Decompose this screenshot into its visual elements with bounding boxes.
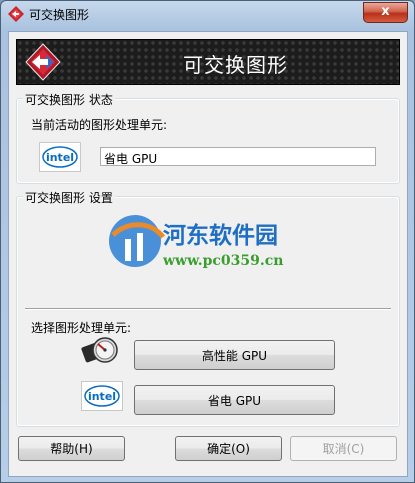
switchable-graphics-logo — [25, 43, 61, 81]
high-performance-gpu-icon — [81, 337, 118, 363]
settings-group: 可交换图形 设置 河东软件园 www.pc0359.cn 选择图形处理单元: 高… — [16, 189, 400, 427]
close-icon: x — [381, 4, 390, 19]
switchable-graphics-app-icon — [8, 6, 24, 22]
header-banner: 可交换图形 — [16, 39, 400, 85]
settings-separator — [25, 308, 391, 310]
watermark-name: 河东软件园 — [163, 222, 278, 249]
watermark: 河东软件园 www.pc0359.cn — [105, 211, 305, 291]
status-group-legend: 可交换图形 状态 — [23, 91, 115, 108]
watermark-logo-icon — [109, 215, 165, 267]
close-button[interactable]: x — [363, 2, 408, 23]
current-gpu-field[interactable]: 省电 GPU — [100, 147, 376, 166]
power-saving-gpu-button[interactable]: 省电 GPU — [134, 385, 335, 415]
svg-text:intel: intel — [88, 390, 116, 403]
status-group: 可交换图形 状态 当前活动的图形处理单元: intel 省电 GPU — [16, 91, 400, 184]
current-gpu-label: 当前活动的图形处理单元: — [31, 118, 168, 132]
svg-text:intel: intel — [46, 151, 74, 164]
banner-title: 可交换图形 — [183, 53, 288, 77]
settings-group-legend: 可交换图形 设置 — [23, 189, 115, 206]
dialog-client-area: 可交换图形 可交换图形 状态 当前活动的图形处理单元: intel 省电 GPU… — [8, 31, 408, 477]
intel-logo: intel — [39, 142, 81, 172]
dialog-window: 可交换图形 x 可交换图形 可交换图形 状态 当前活动的图形处理单元: inte… — [0, 0, 415, 483]
help-button[interactable]: 帮助(H) — [18, 436, 125, 461]
intel-logo: intel — [81, 381, 123, 411]
window-title: 可交换图形 — [29, 8, 90, 22]
title-bar[interactable]: 可交换图形 x — [1, 1, 414, 27]
cancel-button[interactable]: 取消(C) — [290, 436, 397, 461]
high-performance-gpu-button[interactable]: 高性能 GPU — [134, 340, 335, 370]
watermark-url: www.pc0359.cn — [163, 253, 284, 269]
ok-button[interactable]: 确定(O) — [175, 436, 282, 461]
